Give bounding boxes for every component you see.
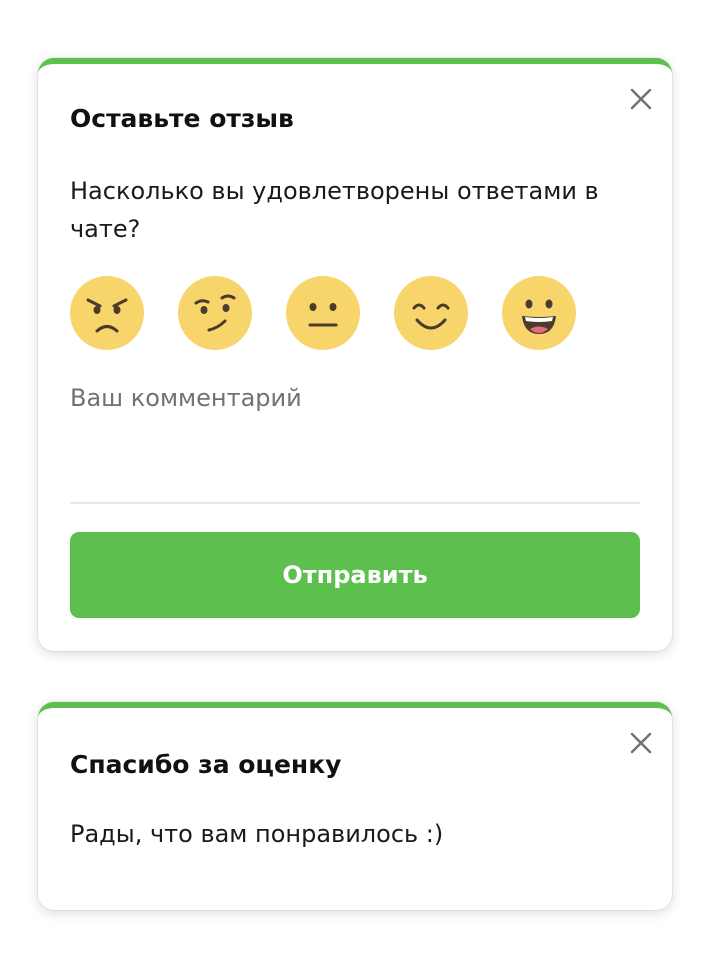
comment-input[interactable] [70,384,640,504]
feedback-card: Оставьте отзыв Насколько вы удовлетворен… [38,58,672,651]
feedback-question: Насколько вы удовлетворены ответами в ча… [70,177,599,243]
close-icon[interactable] [630,732,652,754]
thanks-title: Спасибо за оценку [70,750,342,779]
grinning-face-icon[interactable] [502,276,576,350]
submit-button[interactable]: Отправить [70,532,640,618]
thanks-card: Спасибо за оценку Рады, что вам понравил… [38,702,672,910]
close-icon[interactable] [630,88,652,110]
smiling-face-icon[interactable] [394,276,468,350]
thanks-message: Рады, что вам понравилось :) [70,820,444,848]
angry-face-icon[interactable] [70,276,144,350]
feedback-title: Оставьте отзыв [70,104,294,133]
skeptical-face-icon[interactable] [178,276,252,350]
neutral-face-icon[interactable] [286,276,360,350]
rating-emojis [70,276,610,350]
